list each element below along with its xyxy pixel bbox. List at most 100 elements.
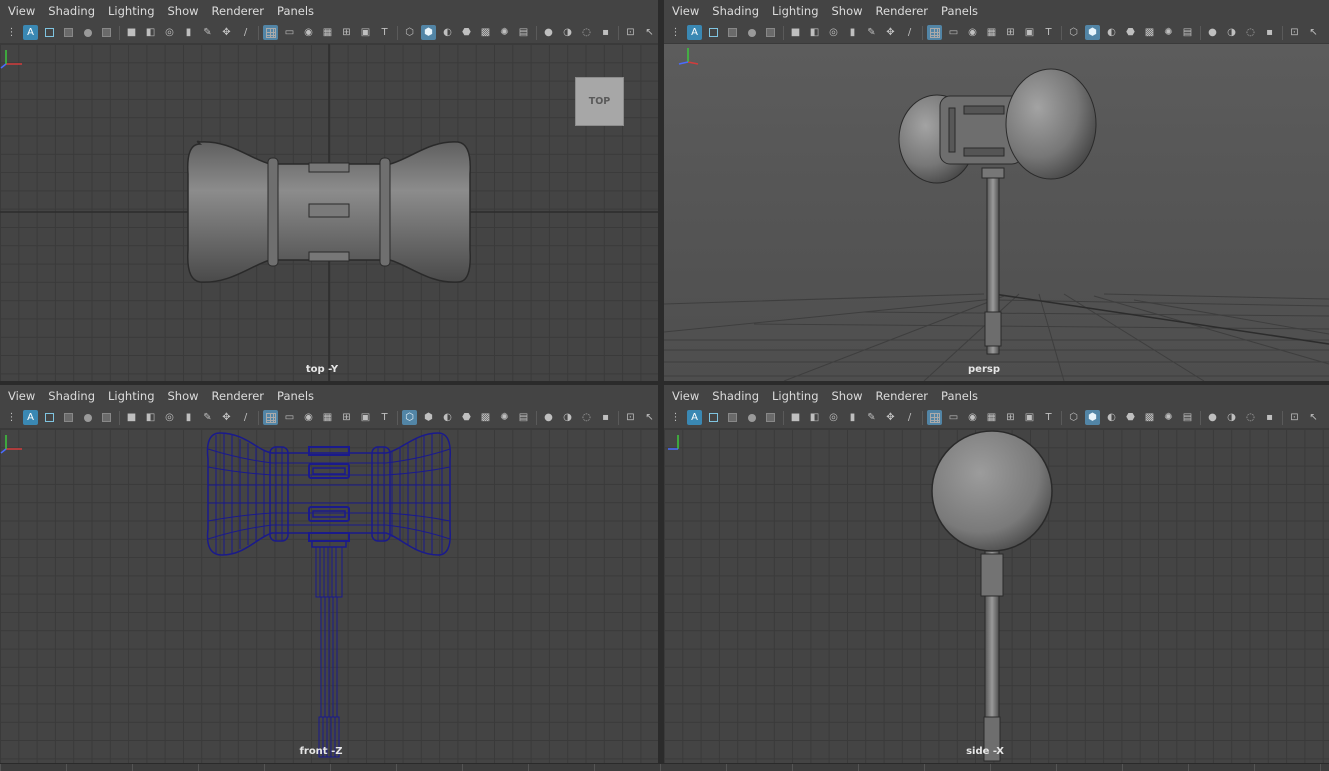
menu-shading[interactable]: Shading (48, 4, 95, 18)
select-camera-icon[interactable] (706, 25, 721, 40)
select-all-icon[interactable]: A (23, 25, 38, 40)
menu-panels[interactable]: Panels (941, 4, 978, 18)
default-material-icon[interactable]: ⬣ (1123, 25, 1138, 40)
safe-action-icon[interactable]: ▣ (1022, 25, 1037, 40)
xray-icon[interactable]: ▩ (478, 410, 493, 425)
wireframe-on-shaded-icon[interactable]: ◐ (1104, 410, 1119, 425)
bookmark-flag-icon[interactable]: ▮ (181, 25, 196, 40)
motion-blur-icon[interactable]: ◑ (560, 410, 575, 425)
brush-icon[interactable]: / (902, 410, 917, 425)
camera-attributes-icon[interactable] (744, 410, 759, 425)
gate-mask-icon[interactable]: ▦ (984, 410, 999, 425)
viewcube[interactable]: TOP (575, 77, 624, 126)
resolution-gate-icon[interactable]: ◉ (301, 410, 316, 425)
grease-pencil-icon[interactable]: ✎ (864, 410, 879, 425)
pan-icon[interactable]: ✥ (883, 410, 898, 425)
select-all-icon[interactable]: A (687, 25, 702, 40)
bookmark-icon[interactable] (763, 25, 778, 40)
default-material-icon[interactable]: ⬣ (459, 25, 474, 40)
select-arrow-icon[interactable]: ↖ (1306, 410, 1321, 425)
lights-icon[interactable]: ✺ (497, 25, 512, 40)
camera-icon[interactable]: ■ (788, 410, 803, 425)
shadows-icon[interactable]: ▤ (516, 410, 531, 425)
menu-show[interactable]: Show (168, 389, 199, 403)
menu-shading[interactable]: Shading (48, 389, 95, 403)
select-camera-icon[interactable] (42, 25, 57, 40)
menu-renderer[interactable]: Renderer (212, 4, 265, 18)
select-all-icon[interactable]: A (23, 410, 38, 425)
lock-camera-icon[interactable] (61, 410, 76, 425)
ambient-occlusion-icon[interactable]: ● (541, 25, 556, 40)
toolbar-handle-icon[interactable]: ⋮ (4, 410, 19, 425)
lights-icon[interactable]: ✺ (497, 410, 512, 425)
field-chart-icon[interactable]: ⊞ (339, 410, 354, 425)
ambient-occlusion-icon[interactable]: ● (1205, 410, 1220, 425)
anti-aliasing-icon[interactable]: ◌ (579, 25, 594, 40)
gate-mask-icon[interactable]: ▦ (984, 25, 999, 40)
shadows-icon[interactable]: ▤ (1180, 25, 1195, 40)
grease-pencil-icon[interactable]: ✎ (200, 25, 215, 40)
film-gate-icon[interactable]: ▭ (282, 25, 297, 40)
2d-pan-zoom-icon[interactable]: ◎ (826, 410, 841, 425)
isolate-select-icon[interactable]: ⊡ (1287, 25, 1302, 40)
grid-icon[interactable] (263, 410, 278, 425)
resolution-gate-icon[interactable]: ◉ (965, 25, 980, 40)
2d-pan-zoom-icon[interactable]: ◎ (162, 410, 177, 425)
anti-aliasing-icon[interactable]: ◌ (579, 410, 594, 425)
select-all-icon[interactable]: A (687, 410, 702, 425)
smooth-shade-icon[interactable]: ⬢ (421, 410, 436, 425)
grid-icon[interactable] (263, 25, 278, 40)
safe-action-icon[interactable]: ▣ (358, 25, 373, 40)
depth-of-field-icon[interactable]: ▪ (598, 25, 613, 40)
menu-view[interactable]: View (672, 389, 699, 403)
wireframe-icon[interactable]: ⬡ (402, 25, 417, 40)
camera-attributes-icon[interactable] (80, 25, 95, 40)
viewport-pane-side[interactable]: View Shading Lighting Show Renderer Pane… (664, 385, 1329, 763)
pan-icon[interactable]: ✥ (219, 25, 234, 40)
isolate-select-icon[interactable]: ⊡ (623, 25, 638, 40)
wireframe-on-shaded-icon[interactable]: ◐ (440, 410, 455, 425)
select-camera-icon[interactable] (706, 410, 721, 425)
depth-of-field-icon[interactable]: ▪ (1262, 25, 1277, 40)
smooth-shade-icon[interactable]: ⬢ (1085, 410, 1100, 425)
menu-lighting[interactable]: Lighting (772, 4, 818, 18)
default-material-icon[interactable]: ⬣ (459, 410, 474, 425)
viewport-pane-front[interactable]: View Shading Lighting Show Renderer Pane… (0, 385, 658, 763)
wireframe-on-shaded-icon[interactable]: ◐ (440, 25, 455, 40)
viewport-side[interactable]: side -X (664, 429, 1329, 763)
motion-blur-icon[interactable]: ◑ (560, 25, 575, 40)
grease-pencil-icon[interactable]: ✎ (864, 25, 879, 40)
image-plane-icon[interactable]: ◧ (807, 25, 822, 40)
menu-view[interactable]: View (8, 389, 35, 403)
menu-view[interactable]: View (8, 4, 35, 18)
wireframe-on-shaded-icon[interactable]: ◐ (1104, 25, 1119, 40)
resolution-gate-icon[interactable]: ◉ (301, 25, 316, 40)
menu-shading[interactable]: Shading (712, 4, 759, 18)
select-camera-icon[interactable] (42, 410, 57, 425)
menu-lighting[interactable]: Lighting (108, 4, 154, 18)
image-plane-icon[interactable]: ◧ (143, 25, 158, 40)
film-gate-icon[interactable]: ▭ (946, 25, 961, 40)
menu-renderer[interactable]: Renderer (876, 4, 929, 18)
film-gate-icon[interactable]: ▭ (946, 410, 961, 425)
2d-pan-zoom-icon[interactable]: ◎ (826, 25, 841, 40)
grid-icon[interactable] (927, 25, 942, 40)
resolution-gate-icon[interactable]: ◉ (965, 410, 980, 425)
safe-title-icon[interactable]: T (377, 25, 392, 40)
gate-mask-icon[interactable]: ▦ (320, 25, 335, 40)
default-material-icon[interactable]: ⬣ (1123, 410, 1138, 425)
grease-pencil-icon[interactable]: ✎ (200, 410, 215, 425)
menu-panels[interactable]: Panels (277, 389, 314, 403)
menu-show[interactable]: Show (832, 4, 863, 18)
xray-icon[interactable]: ▩ (1142, 410, 1157, 425)
viewport-pane-persp[interactable]: View Shading Lighting Show Renderer Pane… (664, 0, 1329, 381)
field-chart-icon[interactable]: ⊞ (1003, 410, 1018, 425)
shadows-icon[interactable]: ▤ (516, 25, 531, 40)
xray-icon[interactable]: ▩ (1142, 25, 1157, 40)
smooth-shade-icon[interactable]: ⬢ (421, 25, 436, 40)
safe-action-icon[interactable]: ▣ (1022, 410, 1037, 425)
film-gate-icon[interactable]: ▭ (282, 410, 297, 425)
camera-icon[interactable]: ■ (124, 25, 139, 40)
safe-title-icon[interactable]: T (377, 410, 392, 425)
menu-panels[interactable]: Panels (941, 389, 978, 403)
